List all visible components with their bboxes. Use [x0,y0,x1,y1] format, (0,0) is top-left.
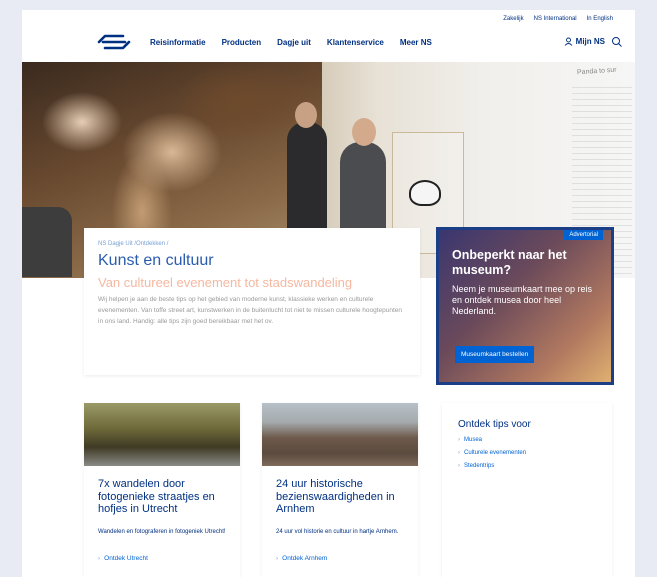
page: Zakelijk NS International In English Rei… [22,10,635,577]
museumkaart-button[interactable]: Museumkaart bestellen [455,346,535,363]
advertorial-banner[interactable]: Advertorial Onbeperkt naar het museum? N… [436,227,614,385]
tips-item-label: Musea [464,437,483,443]
card-link[interactable]: › Ontdek Arnhem [276,555,327,562]
site-header: Zakelijk NS International In English Rei… [22,10,635,62]
chevron-right-icon: › [458,450,460,456]
utrecht-canal-image [84,403,240,466]
card-title[interactable]: 7x wandelen door fotogenieke straatjes e… [98,478,238,516]
article-card-utrecht[interactable]: 7x wandelen door fotogenieke straatjes e… [84,403,240,577]
breadcrumb[interactable]: NS Dagje Uit /Ontdekken / [98,241,168,247]
arnhem-city-image [262,403,418,466]
advertorial-text: Neem je museumkaart mee op reis en ontde… [452,284,593,316]
bench-image [22,207,72,277]
chevron-right-icon: › [458,463,460,469]
advertorial-badge: Advertorial [564,230,603,240]
page-subtitle: Van cultureel evenement tot stadswandeli… [98,275,353,290]
top-link-ns-international[interactable]: NS International [534,16,577,22]
intro-card: NS Dagje Uit /Ontdekken / Kunst en cultu… [84,228,420,375]
top-link-in-english[interactable]: In English [587,16,613,22]
main-nav: Reisinformatie Producten Dagje uit Klant… [150,38,432,47]
nav-reisinformatie[interactable]: Reisinformatie [150,38,206,47]
card-link-label: Ontdek Arnhem [282,555,328,562]
nav-producten[interactable]: Producten [222,38,262,47]
tips-title: Ontdek tips voor [458,419,531,430]
chevron-right-icon: › [458,437,460,443]
mijn-ns-button[interactable]: Mijn NS [564,37,605,46]
nav-dagje-uit[interactable]: Dagje uit [277,38,311,47]
tips-item-culturele-evenementen[interactable]: › Culturele evenementen [458,450,526,456]
mijn-ns-label: Mijn NS [575,37,605,46]
tips-item-stedentrips[interactable]: › Stedentrips [458,463,526,469]
intro-text: Wij helpen je aan de beste tips op het g… [98,296,403,325]
card-title[interactable]: 24 uur historische bezienswaardigheden i… [276,478,416,516]
ns-logo-icon[interactable] [97,34,131,50]
tips-card: Ontdek tips voor › Musea › Culturele evene… [442,403,612,577]
card-description: Wandelen en fotograferen in fotogeniek U… [98,529,226,535]
panda-sculpture-image [409,180,441,206]
nav-klantenservice[interactable]: Klantenservice [327,38,384,47]
user-icon [564,37,572,46]
advertorial-title: Onbeperkt naar het museum? [452,248,567,277]
chevron-right-icon: › [98,555,101,562]
wall-sign-text: Panda to sur [576,66,617,77]
tips-item-label: Stedentrips [464,463,495,469]
chevron-right-icon: › [276,555,279,562]
tips-item-label: Culturele evenementen [464,450,527,456]
card-link[interactable]: › Ontdek Utrecht [98,555,148,562]
top-links: Zakelijk NS International In English [503,16,613,22]
card-link-label: Ontdek Utrecht [104,555,148,562]
card-description: 24 uur vol historie en cultuur in hartje… [276,529,399,535]
search-icon[interactable] [611,36,623,48]
nav-meer-ns[interactable]: Meer NS [400,38,432,47]
tips-item-musea[interactable]: › Musea [458,437,526,443]
top-link-zakelijk[interactable]: Zakelijk [503,16,523,22]
page-title: Kunst en cultuur [98,252,214,269]
article-card-arnhem[interactable]: 24 uur historische bezienswaardigheden i… [262,403,418,577]
tips-list: › Musea › Culturele evenementen › Stedentri… [458,437,526,476]
